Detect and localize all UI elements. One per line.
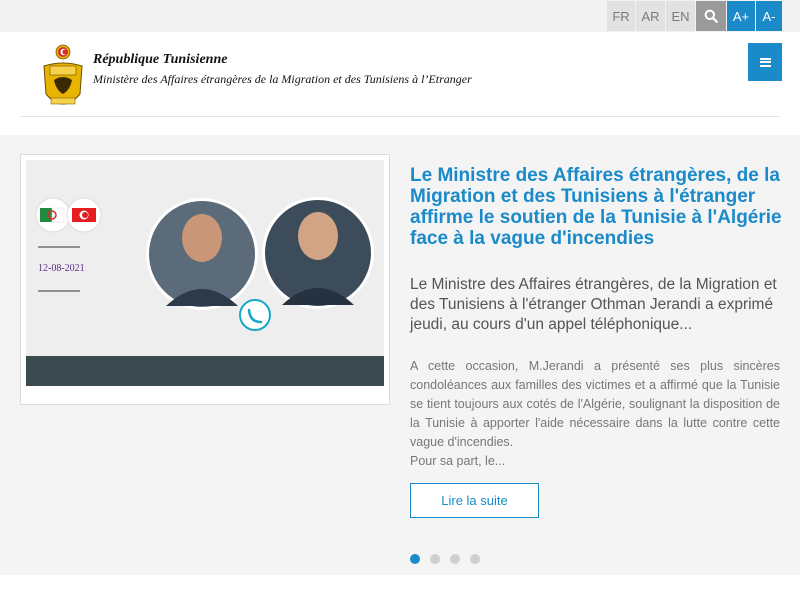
carousel-dot-1[interactable] [410, 554, 420, 564]
article-title[interactable]: Le Ministre des Affaires étrangères, de … [410, 165, 782, 249]
language-fr-button[interactable]: FR [607, 1, 635, 31]
carousel-dot-2[interactable] [430, 554, 440, 564]
search-icon [704, 9, 718, 23]
slide-image[interactable]: 12-08-2021 [26, 160, 384, 386]
carousel-dot-4[interactable] [470, 554, 480, 564]
search-button[interactable] [696, 1, 726, 31]
font-increase-button[interactable]: A+ [727, 1, 755, 31]
site-title: République Tunisienne [93, 52, 228, 67]
slide-image-date: 12-08-2021 [38, 263, 85, 274]
hamburger-menu-icon [759, 57, 771, 67]
tunisia-coat-of-arms-logo[interactable] [40, 44, 86, 112]
article-lead: Le Ministre des Affaires étrangères, de … [410, 276, 777, 333]
top-utility-bar: FR AR EN A+ A- [0, 0, 800, 32]
language-ar-button[interactable]: AR [636, 1, 665, 31]
header-divider [20, 116, 780, 117]
slide-image-band [26, 356, 384, 386]
article-body-text: A cette occasion, M.Jerandi a présenté s… [410, 359, 780, 449]
menu-button[interactable] [748, 43, 782, 81]
read-more-button[interactable]: Lire la suite [410, 483, 539, 518]
language-en-button[interactable]: EN [666, 1, 695, 31]
carousel-dot-3[interactable] [450, 554, 460, 564]
article-body: A cette occasion, M.Jerandi a présenté s… [410, 357, 780, 471]
site-subtitle: Ministère des Affaires étrangères de la … [93, 72, 472, 86]
font-decrease-button[interactable]: A- [756, 1, 782, 31]
article-body-more: Pour sa part, le... [410, 454, 506, 468]
